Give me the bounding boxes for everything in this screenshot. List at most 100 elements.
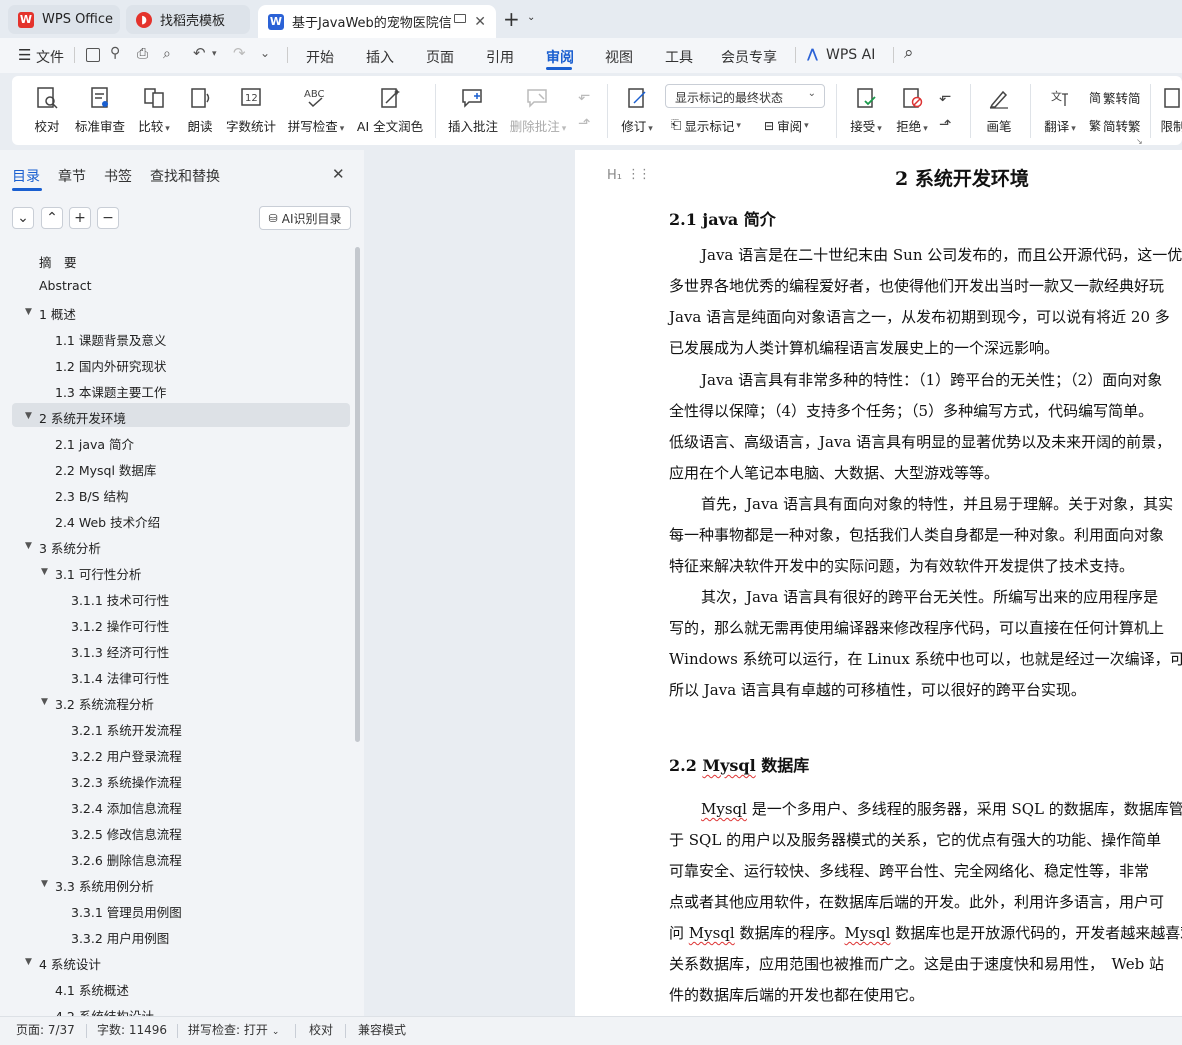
undo-icon[interactable]: ↶	[193, 44, 206, 62]
document-page[interactable]: H₁ ⋮⋮ 2 系统开发环境 2.1 java 简介 Java 语言是在二十世纪…	[575, 150, 1182, 1016]
toc-item[interactable]: 3.2.4 添加信息流程	[71, 798, 182, 817]
insert-comment-button[interactable]: 插入批注	[447, 76, 499, 145]
proof-status[interactable]: 校对	[309, 1021, 333, 1038]
toc-item[interactable]: 3.1.3 经济可行性	[71, 642, 169, 661]
delete-comment-button[interactable]: 删除批注 ▾	[508, 76, 568, 145]
toc-expand-caret-icon[interactable]: ▼	[41, 697, 48, 707]
nav-tab-find-replace[interactable]: 查找和替换	[150, 166, 220, 186]
toc-item[interactable]: 3.2.2 用户登录流程	[71, 746, 182, 765]
toc-expand-caret-icon[interactable]: ▼	[25, 307, 32, 317]
toc-item[interactable]: 3 系统分析	[39, 538, 101, 557]
toc-item[interactable]: 4 系统设计	[39, 954, 101, 973]
track-changes-button[interactable]: 修订 ▾	[617, 76, 657, 145]
show-markup-button[interactable]: ⎗ 显示标记 ▾	[671, 116, 741, 135]
expand-up-button[interactable]: ⌃	[41, 207, 63, 229]
nav-tab-toc[interactable]: 目录	[12, 166, 40, 186]
nav-tab-bookmarks[interactable]: 书签	[104, 166, 132, 186]
prev-change-icon[interactable]: ⬐	[939, 87, 952, 105]
toc-item[interactable]: 摘 要	[39, 252, 77, 271]
export-icon[interactable]: ⚲	[110, 45, 120, 61]
review-pane-button[interactable]: ⊟ 审阅 ▾	[764, 116, 809, 135]
save-icon[interactable]	[86, 48, 100, 62]
ai-polish-button[interactable]: AI 全文润色	[356, 76, 424, 145]
add-heading-button[interactable]: +	[69, 207, 91, 229]
next-comment-icon[interactable]: ⬏	[578, 114, 591, 132]
traditional-to-simplified-button[interactable]: 简繁转简	[1089, 88, 1141, 107]
toc-expand-caret-icon[interactable]: ▼	[25, 411, 32, 421]
remove-heading-button[interactable]: −	[97, 207, 119, 229]
toc-expand-caret-icon[interactable]: ▼	[41, 567, 48, 577]
close-panel-icon[interactable]: ✕	[332, 165, 345, 183]
more-chevron-icon[interactable]: ⌄	[260, 46, 270, 60]
page-indicator[interactable]: 页面: 7/37	[16, 1021, 75, 1038]
search-icon[interactable]: ⌕	[904, 43, 914, 63]
toc-item[interactable]: Abstract	[39, 278, 91, 293]
next-change-icon[interactable]: ⬏	[939, 115, 952, 133]
toc-item[interactable]: 4.1 系统概述	[55, 980, 129, 999]
prev-comment-icon[interactable]: ⬐	[578, 86, 591, 104]
drag-handle-icon[interactable]: ⋮⋮	[627, 167, 651, 182]
toc-item[interactable]: 3.1.1 技术可行性	[71, 590, 169, 609]
toc-scrollbar[interactable]	[355, 247, 360, 742]
toc-item[interactable]: 3.2.5 修改信息流程	[71, 824, 182, 843]
redo-icon[interactable]: ↷	[233, 44, 246, 62]
word-count-status[interactable]: 字数: 11496	[97, 1021, 167, 1038]
toc-item[interactable]: 1.1 课题背景及意义	[55, 330, 166, 349]
menu-page[interactable]: 页面	[426, 47, 454, 67]
tab-wps-office[interactable]: W WPS Office	[8, 5, 120, 34]
menu-references[interactable]: 引用	[486, 47, 514, 67]
tab-docer-templates[interactable]: ◗ 找稻壳模板	[126, 5, 250, 34]
toc-expand-caret-icon[interactable]: ▼	[41, 879, 48, 889]
dialog-launcher-icon[interactable]: ↘	[1136, 137, 1143, 146]
markup-display-select[interactable]: 显示标记的最终状态 ⌄	[665, 84, 825, 108]
tab-list-chevron-icon[interactable]: ⌄	[527, 12, 535, 23]
toc-item[interactable]: 3.1 可行性分析	[55, 564, 141, 583]
menu-insert[interactable]: 插入	[366, 47, 394, 67]
toc-item[interactable]: 1.3 本课题主要工作	[55, 382, 166, 401]
compare-button[interactable]: 比较 ▾	[134, 76, 174, 145]
menu-review[interactable]: 审阅	[546, 47, 574, 67]
spell-check-status[interactable]: 拼写检查: 打开 ⌄	[188, 1021, 279, 1038]
tab-document[interactable]: W 基于JavaWeb的宠物医院信息 ✕	[258, 5, 496, 38]
toc-expand-caret-icon[interactable]: ▼	[25, 541, 32, 551]
heading-marker[interactable]: H₁	[607, 168, 622, 183]
reject-button[interactable]: 拒绝 ▾	[894, 76, 930, 145]
toc-item[interactable]: 3.2.3 系统操作流程	[71, 772, 182, 791]
toc-item[interactable]: 1.2 国内外研究现状	[55, 356, 166, 375]
read-aloud-button[interactable]: 朗读	[185, 76, 215, 145]
toc-item[interactable]: 1 概述	[39, 304, 76, 323]
proofread-button[interactable]: 校对	[32, 76, 62, 145]
print-preview-icon[interactable]: ⌕	[163, 46, 171, 62]
toc-item[interactable]: 3.3 系统用例分析	[55, 876, 154, 895]
translate-button[interactable]: 文 翻译 ▾	[1040, 76, 1080, 145]
accept-button[interactable]: 接受 ▾	[848, 76, 884, 145]
toc-item[interactable]: 3.3.2 用户用例图	[71, 928, 169, 947]
ai-recognize-toc-button[interactable]: ⛁ AI识别目录	[259, 206, 351, 230]
standard-review-button[interactable]: 标准审查	[74, 76, 126, 145]
simplified-to-traditional-button[interactable]: 繁简转繁	[1089, 116, 1141, 135]
nav-tab-sections[interactable]: 章节	[58, 166, 86, 186]
close-tab-icon[interactable]: ✕	[474, 14, 486, 30]
menu-home[interactable]: 开始	[306, 47, 334, 67]
word-count-button[interactable]: 12 字数统计	[226, 76, 276, 145]
menu-file[interactable]: 文件	[36, 47, 64, 67]
menu-member[interactable]: 会员专享	[721, 47, 777, 67]
menu-view[interactable]: 视图	[605, 47, 633, 67]
hamburger-icon[interactable]: ☰	[18, 46, 31, 64]
menu-tools[interactable]: 工具	[665, 47, 693, 67]
print-icon[interactable]: ⎙	[137, 46, 148, 62]
restrict-editing-button[interactable]: 限制	[1158, 76, 1182, 145]
collapse-all-button[interactable]: ⌄	[12, 207, 34, 229]
toc-item[interactable]: 2.4 Web 技术介绍	[55, 512, 160, 531]
spell-check-button[interactable]: ABC 拼写检查 ▾	[286, 76, 346, 145]
toc-item[interactable]: 2.1 java 简介	[55, 434, 134, 453]
menu-wps-ai[interactable]: WPS AI	[826, 47, 875, 63]
undo-chevron-icon[interactable]: ▾	[212, 49, 217, 59]
toc-expand-caret-icon[interactable]: ▼	[25, 957, 32, 967]
pen-button[interactable]: 画笔	[982, 76, 1016, 145]
toc-item[interactable]: 3.1.2 操作可行性	[71, 616, 169, 635]
toc-item[interactable]: 3.2.6 删除信息流程	[71, 850, 182, 869]
toc-item[interactable]: 3.2.1 系统开发流程	[71, 720, 182, 739]
toc-item[interactable]: 2 系统开发环境	[39, 408, 126, 427]
toc-item[interactable]: 3.2 系统流程分析	[55, 694, 154, 713]
